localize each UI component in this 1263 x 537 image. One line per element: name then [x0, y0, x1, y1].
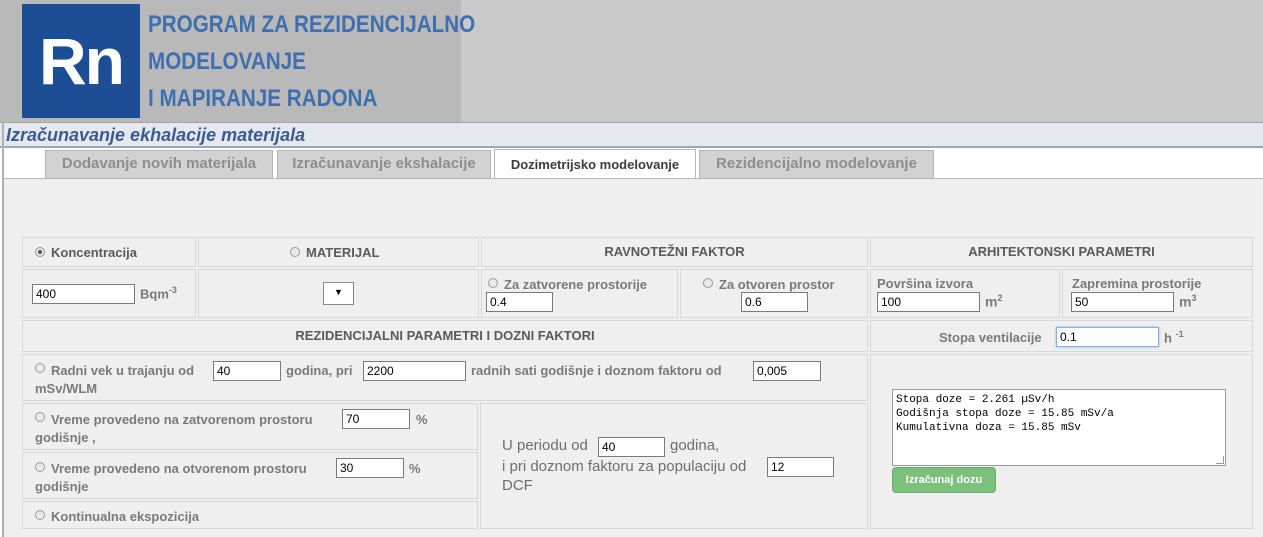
otvoreni-prostor-radio[interactable] [35, 462, 45, 472]
zatvoreni-radio[interactable] [488, 278, 498, 288]
title-divider [0, 146, 1263, 148]
ventilacija-unit-exp: -1 [1175, 329, 1184, 339]
ventilacija-unit: h -1 [1164, 329, 1184, 345]
tab-dozimetrijsko-modelovanje[interactable]: Dozimetrijsko modelovanje [494, 149, 696, 179]
period-text-3: i pri doznom faktoru za populaciju od [502, 458, 747, 475]
radni-sati-input[interactable] [363, 361, 466, 381]
tab-dodavanje-materijala[interactable]: Dodavanje novih materijala [45, 150, 273, 178]
kontinualna-label: Kontinualna ekspozicija [51, 509, 200, 524]
dozni-faktor-input[interactable] [753, 361, 821, 381]
otvoreni-prostor-text-2: godišnje [35, 479, 89, 494]
zapremina-unit: m3 [1179, 293, 1196, 310]
otvoreni-prostor-text-1: Vreme provedeno na otvorenom prostoru [51, 461, 307, 476]
zatvoreni-input[interactable] [486, 292, 553, 312]
radni-vek-text-4: mSv/WLM [35, 381, 98, 396]
page-title-bar: Izračunavanje ekhalacije materijala [0, 122, 1263, 146]
zapremina-unit-base: m [1179, 293, 1192, 310]
brand-line-2: MODELOVANJE [148, 48, 306, 75]
koncentracija-input[interactable] [32, 284, 135, 304]
chevron-down-icon: ▼ [334, 287, 343, 297]
kontinualna-cell: Kontinualna ekspozicija [22, 501, 478, 529]
radni-vek-radio[interactable] [35, 363, 45, 373]
rezidencijalni-header: REZIDENCIJALNI PARAMETRI I DOZNI FAKTORI [22, 320, 868, 352]
app-header: Rn PROGRAM ZA REZIDENCIJALNO MODELOVANJE… [0, 0, 1263, 122]
ravnotezni-header: RAVNOTEŽNI FAKTOR [481, 237, 868, 267]
result-textarea[interactable]: Stopa doze = 2.261 µSv/h Godišnja stopa … [892, 389, 1226, 466]
page-title: Izračunavanje ekhalacije materijala [6, 125, 306, 145]
koncentracija-unit: Bqm-3 [140, 285, 177, 301]
izracunaj-dozu-button[interactable]: Izračunaj dozu [892, 467, 996, 493]
resize-grip-icon[interactable] [1216, 456, 1224, 464]
materijal-radio[interactable] [290, 247, 300, 257]
povrsina-unit-base: m [985, 293, 998, 310]
koncentracija-unit-base: Bqm [140, 286, 169, 302]
koncentracija-header-cell: Koncentracija [22, 237, 196, 267]
materijal-label: MATERIJAL [306, 245, 380, 260]
koncentracija-radio[interactable] [35, 247, 45, 257]
koncentracija-label: Koncentracija [51, 245, 137, 260]
ventilacija-label: Stopa ventilacije [939, 330, 1042, 345]
zatvoreni-prostor-pct: % [416, 412, 428, 427]
tab-rezidencijalno-modelovanje[interactable]: Rezidencijalno modelovanje [699, 150, 934, 178]
app-brand: PROGRAM ZA REZIDENCIJALNO MODELOVANJE I … [148, 6, 475, 117]
period-godine-input[interactable] [598, 437, 665, 457]
otvoreni-label: Za otvoren prostor [719, 277, 835, 292]
zapremina-input[interactable] [1071, 292, 1174, 312]
otvoreni-prostor-pct: % [409, 461, 421, 476]
otvoreni-input[interactable] [741, 292, 808, 312]
period-text-2: godina, [670, 437, 720, 454]
radni-vek-godine-input[interactable] [213, 361, 281, 381]
koncentracija-unit-exp: -3 [168, 285, 177, 295]
povrsina-unit: m2 [985, 293, 1002, 310]
radni-vek-text-3: radnih sati godišnje i doznom faktoru od [471, 363, 722, 378]
tab-izracunavanje-ekshalacije[interactable]: Izračunavanje ekshalacije [277, 150, 491, 178]
arhitektonski-header: ARHITEKTONSKI PARAMETRI [870, 237, 1253, 267]
brand-line-1: PROGRAM ZA REZIDENCIJALNO [148, 11, 476, 38]
dcf-input[interactable] [767, 457, 834, 477]
left-border [2, 122, 4, 537]
povrsina-unit-exp: 2 [997, 293, 1003, 303]
zapremina-unit-exp: 3 [1191, 293, 1197, 303]
materijal-select[interactable]: ▼ [323, 282, 354, 305]
period-text-1: U periodu od [502, 437, 588, 454]
ventilacija-unit-base: h [1164, 330, 1172, 346]
radni-vek-text-1: Radni vek u trajanju od [51, 363, 195, 378]
zatvoreni-prostor-text-2: godišnje , [35, 430, 96, 445]
zatvoreni-prostor-input[interactable] [342, 409, 410, 429]
zatvoreni-prostor-text-1: Vreme provedeno na zatvorenom prostoru [51, 412, 313, 427]
zatvoreni-prostor-radio[interactable] [35, 412, 45, 422]
ventilacija-input[interactable] [1056, 327, 1159, 347]
zatvoreni-label: Za zatvorene prostorije [504, 277, 648, 292]
otvoreni-prostor-cell: Vreme provedeno na otvorenom prostoru % … [22, 452, 478, 499]
kontinualna-radio[interactable] [35, 510, 45, 520]
materijal-header-cell: MATERIJAL [198, 237, 479, 267]
radni-vek-text-2: godina, pri [286, 363, 353, 378]
povrsina-label: Površina izvora [877, 276, 974, 291]
rn-logo: Rn [22, 4, 140, 118]
brand-line-3: I MAPIRANJE RADONA [148, 85, 378, 112]
zapremina-label: Zapremina prostorije [1072, 276, 1202, 291]
otvoreni-prostor-input[interactable] [336, 458, 404, 478]
otvoreni-radio[interactable] [703, 278, 713, 288]
povrsina-input[interactable] [877, 292, 980, 312]
period-text-4: DCF [502, 477, 533, 494]
